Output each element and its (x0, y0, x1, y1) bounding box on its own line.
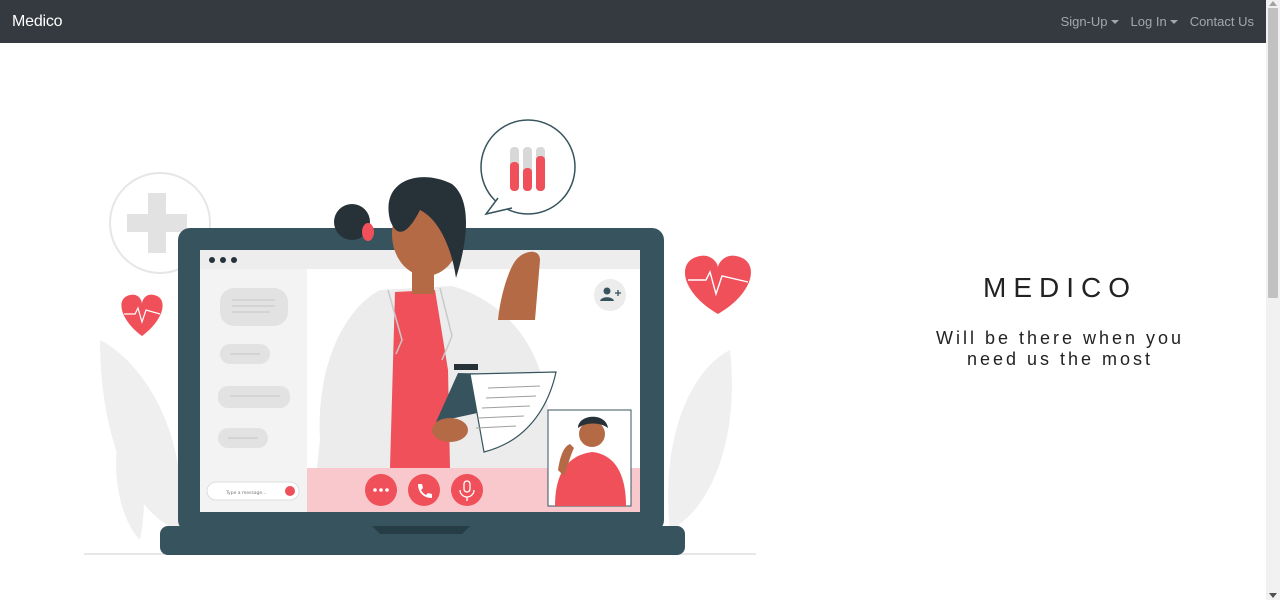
heart-large-icon (685, 255, 751, 314)
telemedicine-illustration: Type a message... (84, 119, 756, 555)
scroll-thumb[interactable] (1268, 8, 1278, 298)
hero-title: MEDICO (983, 272, 1137, 303)
nav-signup-label: Sign-Up (1060, 14, 1108, 29)
leaf-left-decoration (100, 340, 182, 540)
hero-tagline-line1: Will be there when you (935, 328, 1185, 348)
scroll-down-icon[interactable] (1269, 593, 1277, 598)
patient-video-inset (547, 409, 632, 507)
hero-tagline-line2: need us the most (966, 349, 1154, 369)
caret-down-icon (1110, 19, 1119, 24)
leaf-right-decoration (668, 350, 732, 530)
nav-signup-dropdown[interactable]: Sign-Up (1061, 14, 1119, 29)
nav-links: Sign-Up Log In Contact Us (1049, 14, 1254, 29)
page-scrollbar[interactable] (1266, 0, 1280, 600)
nav-contact-link[interactable]: Contact Us (1190, 14, 1254, 29)
top-navbar: Medico Sign-Up Log In Contact Us (0, 0, 1266, 43)
nav-contact-label: Contact Us (1189, 14, 1254, 29)
microphone-icon (451, 474, 483, 506)
phone-call-icon (408, 474, 440, 506)
nav-login-dropdown[interactable]: Log In (1131, 14, 1178, 29)
more-options-icon (365, 474, 397, 506)
nav-login-label: Log In (1130, 14, 1167, 29)
scroll-up-icon[interactable] (1269, 1, 1277, 6)
hero-section: MEDICO Will be there when you need us th… (900, 272, 1220, 370)
caret-down-icon (1169, 19, 1178, 24)
send-message-icon (285, 486, 295, 496)
chat-input-placeholder: Type a message... (225, 490, 266, 496)
add-user-icon (594, 279, 626, 311)
heart-small-icon (121, 294, 163, 336)
brand-link[interactable]: Medico (12, 13, 63, 31)
lab-results-speech-bubble (480, 119, 576, 216)
